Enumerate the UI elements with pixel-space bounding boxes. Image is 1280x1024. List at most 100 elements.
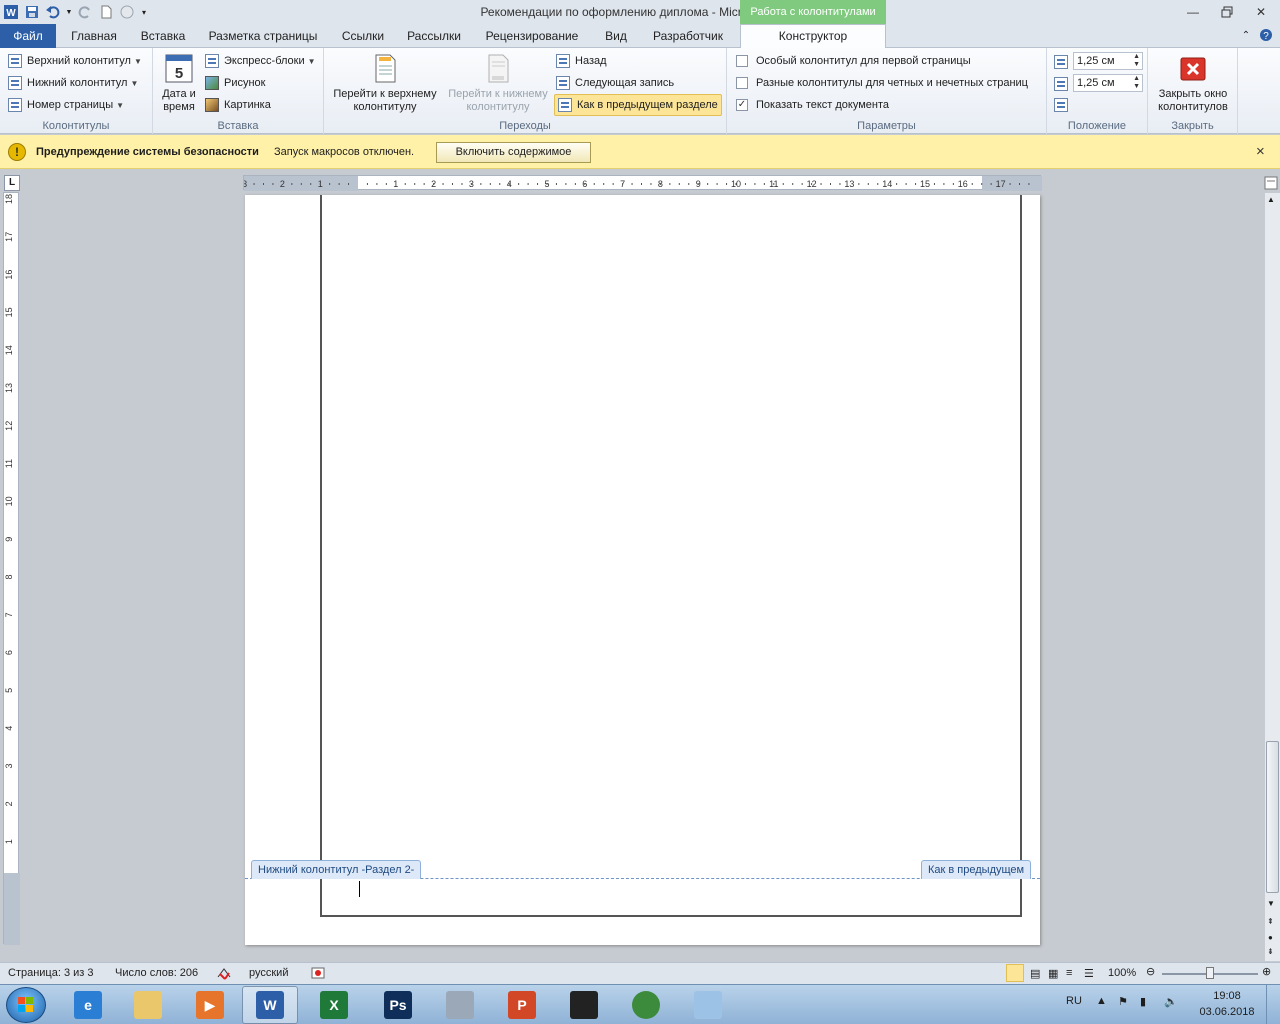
ruler-tick-label: 8 [4,574,14,579]
clock-date[interactable]: 03.06.2018 [1196,1006,1258,1018]
diff-first-page-option[interactable]: Особый колонтитул для первой страницы [736,51,971,71]
show-doc-text-checkbox[interactable]: ✓ [736,99,748,111]
spellcheck-icon[interactable] [216,965,232,984]
taskbar-app-photoshop[interactable]: Ps [370,986,426,1024]
network-icon[interactable]: ▮ [1140,995,1146,1008]
word-count[interactable]: Число слов: 206 [115,967,198,979]
scroll-up-icon[interactable]: ▲ [1267,195,1275,204]
tab-review[interactable]: Рецензирование [478,28,586,48]
shield-warning-icon: ! [8,143,26,161]
tab-view[interactable]: Вид [596,28,636,48]
tab-file[interactable]: Файл [0,24,56,48]
input-language[interactable]: RU [1066,995,1082,1007]
minimize-ribbon-icon[interactable]: ⌃ [1238,28,1254,48]
vertical-ruler[interactable]: 18 17 16 15 14 13 12 11 10 9 8 7 6 5 4 3 2 1 [3,192,20,945]
clock-time[interactable]: 19:08 [1196,990,1258,1002]
zoom-slider-thumb[interactable] [1206,967,1214,979]
link-to-previous-button[interactable]: Как в предыдущем разделе [554,94,722,116]
previous-page-icon[interactable]: ⇞ [1267,917,1274,926]
show-doc-text-option[interactable]: ✓ Показать текст документа [736,95,889,115]
close-security-bar-icon[interactable]: × [1256,143,1265,160]
next-label: Следующая запись [575,77,675,89]
help-icon[interactable]: ? [1258,28,1274,48]
quick-parts-button[interactable]: Экспресс-блоки ▼ [205,51,316,71]
taskbar-app-media[interactable]: ▶ [182,986,238,1024]
zoom-level[interactable]: 100% [1108,967,1136,979]
ruler-tick-label: 16 [4,270,14,280]
clipart-button[interactable]: Картинка [205,95,271,115]
horizontal-ruler[interactable]: 3211234567891011121314151617 [242,175,1042,191]
tab-stop-selector[interactable]: L [4,175,20,191]
document-page[interactable]: Нижний колонтитул -Раздел 2- Как в преды… [245,195,1040,945]
web-layout-icon[interactable]: ▦ [1048,967,1058,980]
close-window-button[interactable]: ✕ [1248,4,1274,20]
taskbar-app-excel[interactable]: X [306,986,362,1024]
volume-icon[interactable]: 🔈 [1164,995,1178,1008]
diff-first-page-checkbox[interactable] [736,55,748,67]
picture-button[interactable]: Рисунок [205,73,266,93]
spinner-arrows-icon[interactable]: ▲ ▼ [1133,75,1140,91]
start-button[interactable] [6,987,46,1023]
taskbar-app-calculator[interactable] [432,986,488,1024]
enable-content-button[interactable]: Включить содержимое [436,142,591,163]
footer-position-spinner[interactable]: 1,25 см ▲ ▼ [1073,74,1143,92]
tab-mailings[interactable]: Рассылки [400,28,468,48]
goto-footer-button[interactable]: Перейти к нижнему колонтитулу [442,50,554,114]
zoom-out-icon[interactable]: ⊖ [1146,965,1155,978]
spinner-arrows-icon[interactable]: ▲ ▼ [1133,53,1140,69]
footer-button[interactable]: Нижний колонтитул ▼ [8,73,138,93]
next-button[interactable]: Следующая запись [556,73,674,93]
tab-constructor[interactable]: Конструктор [740,24,886,49]
full-screen-reading-icon[interactable]: ▤ [1030,967,1040,980]
scroll-down-icon[interactable]: ▼ [1267,899,1275,908]
show-hidden-icons[interactable]: ▲ [1096,995,1107,1007]
group-insert: 5 Дата и время Экспресс-блоки ▼ Рисунок К… [153,48,324,134]
outline-view-icon[interactable]: ≡ [1066,967,1072,979]
tab-page-layout[interactable]: Разметка страницы [203,28,323,48]
goto-header-icon [371,52,399,84]
taskbar-app-chrome[interactable] [618,986,674,1024]
tab-insert[interactable]: Вставка [133,28,193,48]
language-indicator[interactable]: русский [249,967,288,979]
zoom-in-icon[interactable]: ⊕ [1262,965,1271,978]
taskbar-app-ie[interactable]: e [60,986,116,1024]
macro-record-icon[interactable] [310,965,326,984]
date-time-label: Дата и время [162,88,196,113]
vertical-scrollbar[interactable]: ▲ ▼ ⇞ ● ⇟ [1264,193,1280,961]
calculator-icon [446,991,474,1019]
taskbar-app-explorer[interactable] [120,986,176,1024]
action-center-icon[interactable]: ⚑ [1118,995,1128,1008]
insert-alignment-tab-icon[interactable] [1054,98,1068,112]
svg-text:?: ? [1263,31,1269,42]
window-title: Рекомендации по оформлению диплома - Mic… [480,5,800,19]
group-navigation: Перейти к верхнему колонтитулу Перейти к… [324,48,727,134]
scrollbar-thumb[interactable] [1266,741,1279,893]
restore-button[interactable] [1214,4,1240,20]
browse-object-icon[interactable]: ● [1268,933,1273,942]
close-header-footer-button[interactable]: Закрыть окно колонтитулов [1150,50,1236,114]
header-button[interactable]: Верхний колонтитул ▼ [8,51,142,71]
taskbar-app-word[interactable]: W [242,986,298,1024]
ruler-toggle-icon[interactable] [1264,176,1280,192]
taskbar-app-video[interactable] [556,986,612,1024]
header-position-spinner[interactable]: 1,25 см ▲ ▼ [1073,52,1143,70]
chevron-down-icon: ▼ [116,100,125,110]
diff-odd-even-option[interactable]: Разные колонтитулы для четных и нечетных… [736,73,1028,93]
diff-odd-even-checkbox[interactable] [736,77,748,89]
tab-developer[interactable]: Разработчик [645,28,731,48]
page-number-button[interactable]: Номер страницы ▼ [8,95,124,115]
previous-button[interactable]: Назад [556,51,607,71]
tab-home[interactable]: Главная [66,28,122,48]
taskbar-app-powerpoint[interactable]: P [494,986,550,1024]
goto-header-button[interactable]: Перейти к верхнему колонтитулу [328,50,442,114]
next-page-icon[interactable]: ⇟ [1267,947,1274,956]
restore-icon [1221,6,1233,18]
print-layout-view-icon[interactable] [1006,964,1024,982]
date-time-button[interactable]: 5 Дата и время [157,50,201,114]
minimize-button[interactable]: — [1180,4,1206,20]
draft-view-icon[interactable]: ☰ [1084,967,1094,980]
page-count[interactable]: Страница: 3 из 3 [8,967,94,979]
show-desktop-button[interactable] [1266,985,1280,1024]
tab-references[interactable]: Ссылки [333,28,393,48]
taskbar-app-notes[interactable] [680,986,736,1024]
